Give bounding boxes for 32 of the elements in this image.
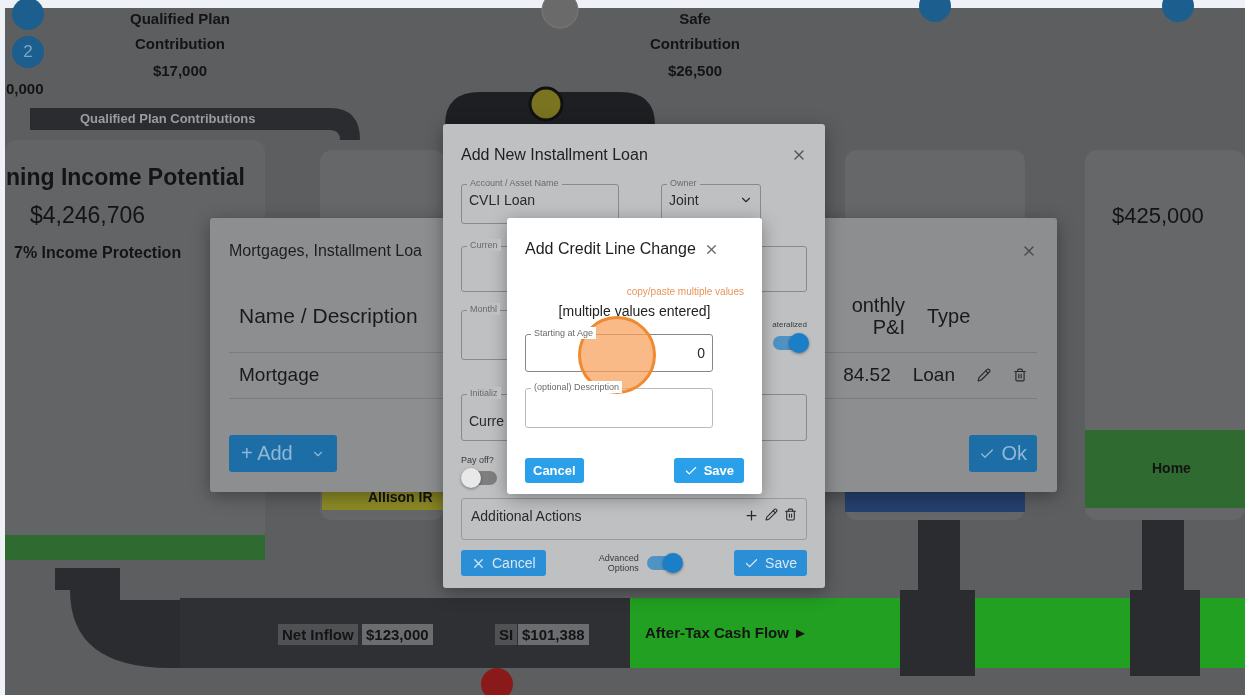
contribution-label: Safe bbox=[678, 10, 712, 27]
column-header: onthly P&I bbox=[851, 294, 905, 338]
toggle-label: ateralized bbox=[772, 320, 807, 330]
flow-amount: $101,388 bbox=[518, 624, 589, 645]
column-header: Type bbox=[927, 305, 972, 327]
status-text: [multiple values entered] bbox=[558, 303, 711, 319]
toggle-label: Pay off? bbox=[461, 455, 495, 466]
contribution-amount: $17,000 bbox=[151, 62, 209, 79]
flow-label: SI bbox=[495, 624, 518, 645]
cash-flow-label: After-Tax Cash Flow ► bbox=[645, 624, 808, 641]
tank-amount: $425,000 bbox=[1112, 203, 1204, 229]
amount-text: 0,000 bbox=[6, 80, 44, 97]
contribution-amount: $26,500 bbox=[666, 62, 724, 79]
income-title: ning Income Potential bbox=[6, 164, 245, 191]
income-amount: $4,246,706 bbox=[30, 202, 146, 229]
dialog-title: Add Credit Line Change bbox=[525, 240, 696, 258]
table-cell: Loan bbox=[912, 365, 955, 386]
table-cell: 84.52 bbox=[843, 365, 891, 386]
table-cell: Mortgage bbox=[239, 365, 320, 386]
contribution-label: Contribution bbox=[649, 35, 741, 52]
column-header: Name / Description bbox=[239, 304, 418, 328]
contribution-label: Contribution bbox=[134, 35, 226, 52]
dialog-title: Add New Installment Loan bbox=[461, 146, 648, 164]
contribution-label: Qualified Plan bbox=[129, 10, 231, 27]
flow-amount: $123,000 bbox=[362, 624, 433, 645]
flow-label: Net Inflow bbox=[278, 624, 358, 645]
tank-label: Home bbox=[1152, 460, 1191, 476]
income-subtitle: 7% Income Protection bbox=[14, 244, 182, 262]
tank-label: Allison IR bbox=[368, 489, 433, 505]
pipe-label: Qualified Plan Contributions bbox=[80, 111, 256, 126]
toggle-label: Advanced Options bbox=[598, 552, 639, 574]
dialog-title: Mortgages, Installment Loa bbox=[229, 242, 422, 260]
